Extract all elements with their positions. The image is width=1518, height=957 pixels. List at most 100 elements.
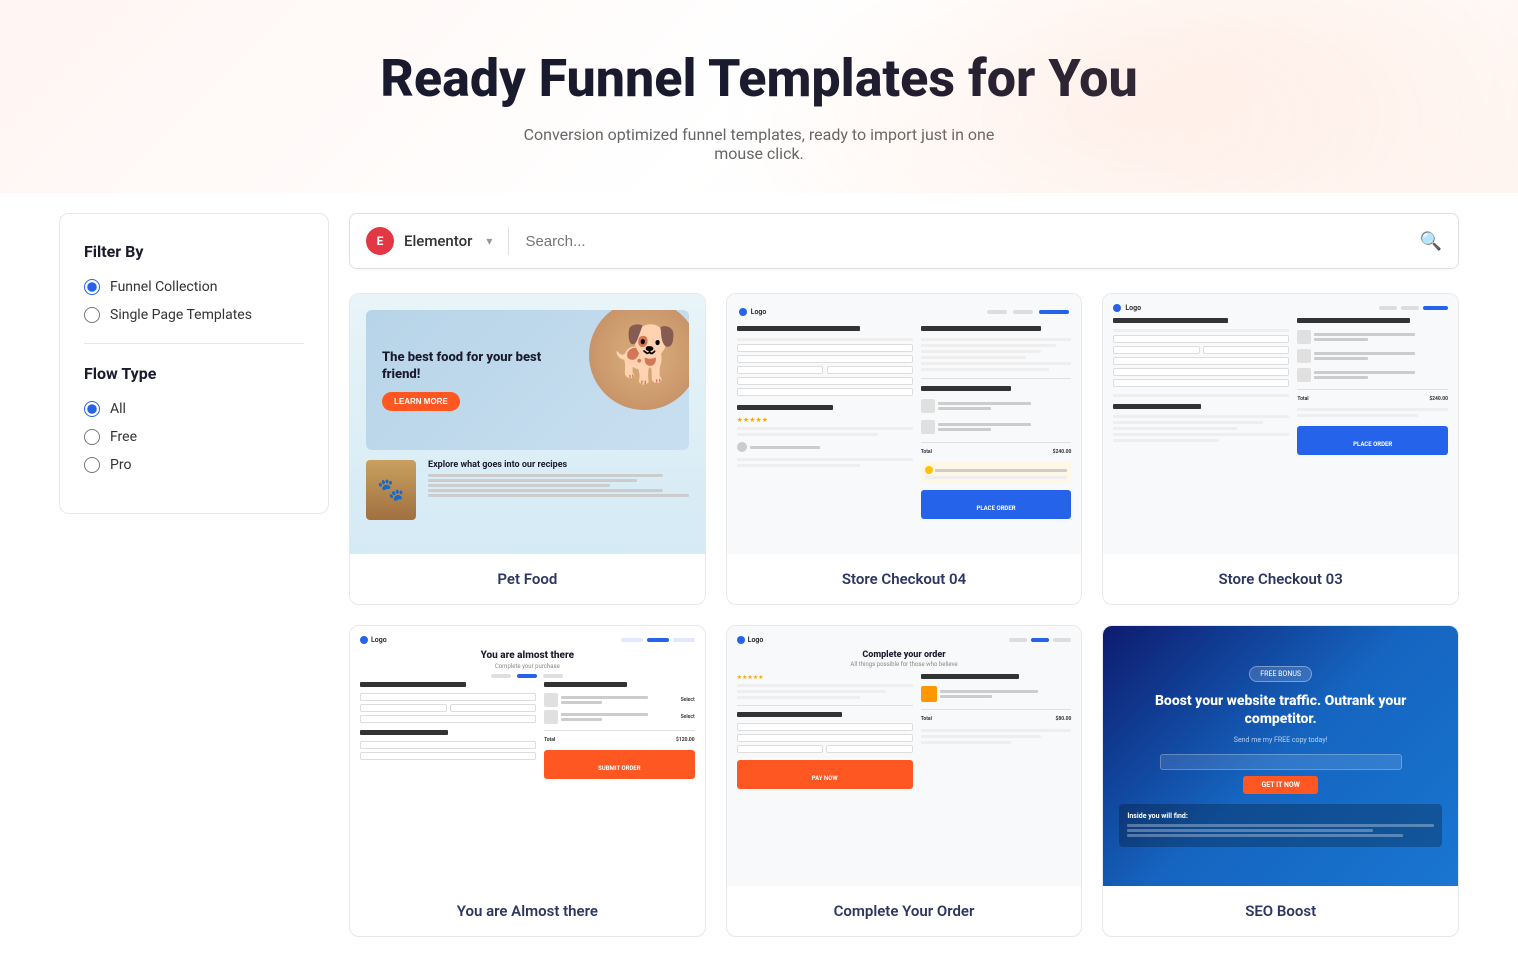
- filter-single-label: Single Page Templates: [110, 307, 252, 323]
- seo-cta-btn[interactable]: GET IT NOW: [1243, 776, 1317, 794]
- at-prod-text-1: [561, 696, 678, 704]
- sc03-header: Logo: [1113, 304, 1448, 312]
- filter-single-page[interactable]: Single Page Templates: [84, 307, 304, 323]
- complete-order-thumb: Logo Complete your order All things poss…: [727, 626, 1082, 886]
- flow-free-label: Free: [110, 429, 137, 445]
- template-card-pet-food[interactable]: The best food for your best friend! LEAR…: [349, 293, 706, 605]
- at-submit-label: SUBMIT ORDER: [598, 765, 641, 772]
- sc03-field-1: [1113, 335, 1289, 343]
- co-body: ★★★★★: [737, 674, 1072, 789]
- sc03-body: Total $240.00 PLACE ORDER: [1113, 318, 1448, 455]
- co-total: Total $80.00: [921, 716, 1072, 722]
- seo-footer-title: Inside you will find:: [1127, 812, 1434, 820]
- sc03-left: [1113, 318, 1289, 455]
- co-pay-btn[interactable]: PAY NOW: [737, 760, 913, 789]
- at-prod-name-1: [561, 696, 648, 699]
- product-price-1: [938, 407, 991, 410]
- filter-funnel-radio[interactable]: [84, 279, 100, 295]
- builder-selector[interactable]: E Elementor ▾: [366, 227, 509, 255]
- total-row: Total $240.00: [921, 449, 1072, 455]
- template-card-store-checkout-03[interactable]: Logo: [1102, 293, 1459, 605]
- co-nav: [1009, 638, 1071, 642]
- what-you-get-title: [921, 326, 1041, 331]
- sidebar: Filter By Funnel Collection Single Page …: [59, 213, 329, 514]
- sc03-product-3: [1297, 368, 1448, 382]
- co-prod-price-1: [940, 695, 993, 698]
- product-name-1: [938, 402, 1032, 405]
- search-input[interactable]: [509, 233, 1419, 250]
- pet-second-text: Explore what goes into our recipes: [428, 460, 689, 497]
- filter-by-label: Filter By: [84, 242, 304, 261]
- checkout-logo: Logo: [739, 308, 767, 316]
- template-card-store-checkout-04[interactable]: Logo: [726, 293, 1083, 605]
- co-review-3: [737, 696, 860, 699]
- flow-pro-label: Pro: [110, 457, 131, 473]
- flow-pro-radio[interactable]: [84, 457, 100, 473]
- pet-food-second-section: 🐾 Explore what goes into our recipes: [366, 460, 689, 520]
- flow-all[interactable]: All: [84, 401, 304, 417]
- stars: ★★★★★: [737, 416, 913, 424]
- at-submit-btn[interactable]: SUBMIT ORDER: [544, 750, 695, 779]
- sc03-nav-1: [1379, 306, 1397, 310]
- product-name-2: [938, 423, 1032, 426]
- at-step-2: [647, 638, 669, 642]
- sc03-order-label: PLACE ORDER: [1353, 441, 1392, 448]
- flow-pro[interactable]: Pro: [84, 457, 304, 473]
- template-card-complete-order[interactable]: Logo Complete your order All things poss…: [726, 625, 1083, 937]
- review-2: [737, 433, 878, 436]
- flow-type-label: Flow Type: [84, 364, 304, 383]
- at-right: Select Select: [544, 682, 695, 779]
- sc03-prod-name-1: [1314, 333, 1414, 336]
- co-total-label: Total: [921, 716, 932, 722]
- sc03-prod-img-1: [1297, 330, 1311, 344]
- sc03-promo-1: [1113, 415, 1289, 418]
- checkout-right: Total $240.00: [921, 326, 1072, 519]
- seo-footer-line-1: [1127, 824, 1434, 827]
- sc03-right: Total $240.00 PLACE ORDER: [1297, 318, 1448, 455]
- sc03-prod-img-2: [1297, 349, 1311, 363]
- co-div-1: [737, 705, 913, 706]
- template-card-almost-there[interactable]: Logo You are almost there Complete your …: [349, 625, 706, 937]
- benefit-2: [921, 344, 1057, 347]
- filter-single-radio[interactable]: [84, 307, 100, 323]
- store-checkout-04-thumb: Logo: [727, 294, 1082, 554]
- purchase-confirm: [921, 462, 1072, 483]
- at-step-3: [673, 638, 695, 642]
- place-order-btn[interactable]: PLACE ORDER: [921, 490, 1072, 519]
- flow-all-radio[interactable]: [84, 401, 100, 417]
- pet-food-hero: The best food for your best friend! LEAR…: [366, 310, 689, 450]
- flow-free[interactable]: Free: [84, 429, 304, 445]
- filter-funnel-collection[interactable]: Funnel Collection: [84, 279, 304, 295]
- pet-desc: [428, 474, 689, 497]
- template-name-complete-order: Complete Your Order: [727, 886, 1082, 936]
- content-area: E Elementor ▾ 🔍 The best food for your b…: [349, 213, 1459, 937]
- product-row-1: [921, 399, 1072, 413]
- elementor-logo: E: [366, 227, 394, 255]
- at-dot-2: [517, 674, 537, 678]
- sc03-promo-title: [1113, 404, 1201, 409]
- template-name-seo-boost: SEO Boost: [1103, 886, 1458, 936]
- at-steps: [621, 638, 695, 642]
- template-card-seo-boost[interactable]: FREE BONUS Boost your website traffic. O…: [1102, 625, 1459, 937]
- co-review-1: [737, 684, 913, 687]
- co-pay-label: PAY NOW: [812, 775, 838, 782]
- co-nav-active: [1031, 638, 1049, 642]
- sc03-field-5: [1113, 379, 1289, 387]
- checkout-logo-text: Logo: [751, 308, 767, 316]
- form-box-4: [737, 388, 913, 396]
- sc03-promo-5: [1113, 439, 1219, 442]
- flow-all-label: All: [110, 401, 126, 417]
- avatar: [737, 442, 747, 452]
- sc03-order-btn[interactable]: PLACE ORDER: [1297, 426, 1448, 455]
- at-total-value: $120.00: [676, 737, 695, 743]
- at-field-1: [360, 693, 536, 701]
- at-divider: [544, 730, 695, 731]
- section-title: [737, 326, 860, 331]
- flow-free-radio[interactable]: [84, 429, 100, 445]
- at-dot-3: [543, 674, 563, 678]
- co-logo-text: Logo: [748, 636, 764, 644]
- pet-food-hero-title: The best food for your best friend!: [382, 350, 542, 384]
- at-field-2a: [360, 704, 447, 712]
- pet-explore-title: Explore what goes into our recipes: [428, 460, 689, 470]
- sc03-field-3: [1113, 357, 1289, 365]
